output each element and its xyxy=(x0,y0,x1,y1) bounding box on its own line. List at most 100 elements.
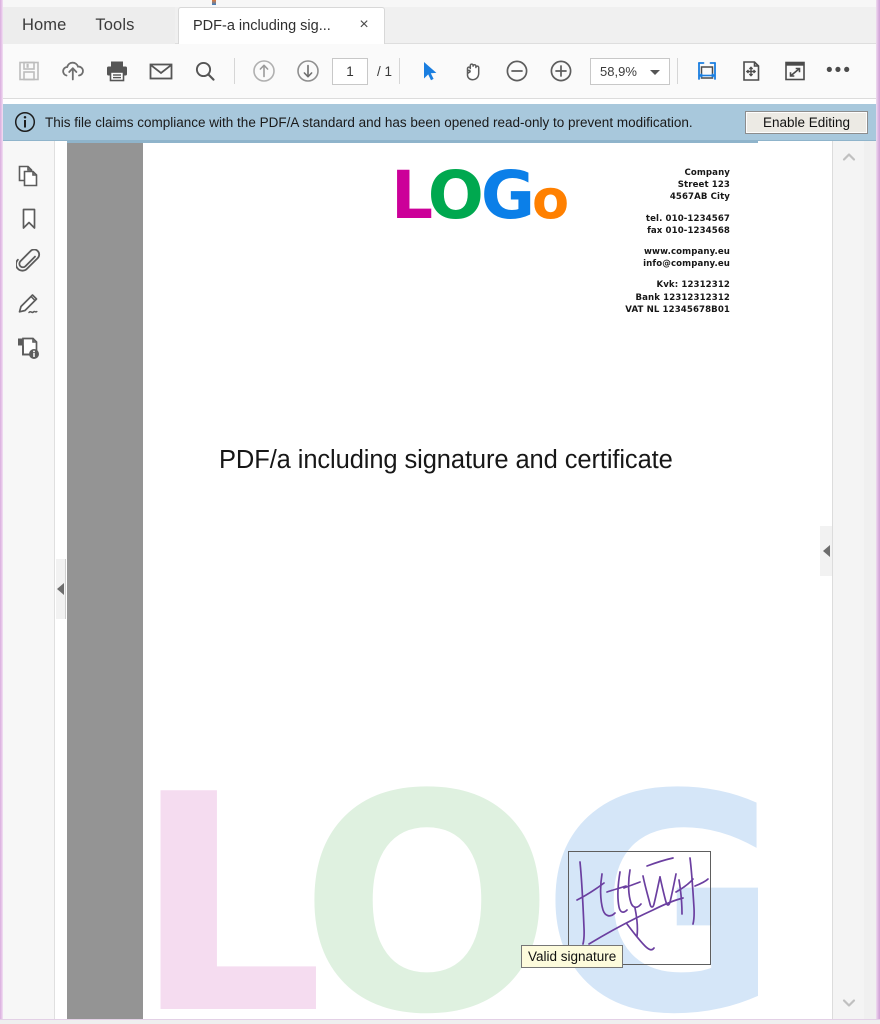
info-icon xyxy=(14,111,36,133)
zoom-in-button[interactable] xyxy=(539,49,583,93)
main-toolbar: 1 / 1 58,9% ••• xyxy=(3,44,876,99)
toolbar-divider-3 xyxy=(677,58,679,84)
printer-icon xyxy=(107,61,127,82)
email-button[interactable] xyxy=(139,49,183,93)
pdf-page: LOGo LOGo Company Street 123 4567AB City… xyxy=(143,143,758,1019)
fit-width-button[interactable] xyxy=(685,49,729,93)
window-bottom-border xyxy=(0,1019,880,1024)
collapse-left-pane-handle[interactable] xyxy=(56,559,66,619)
vertical-scrollbar[interactable] xyxy=(832,141,865,1019)
viewer-right-gap xyxy=(758,141,832,1019)
full-screen-button[interactable] xyxy=(773,49,817,93)
more-tools-button[interactable]: ••• xyxy=(817,49,861,93)
scroll-down-button[interactable] xyxy=(833,987,865,1019)
next-page-button[interactable] xyxy=(286,49,330,93)
address-company: Company xyxy=(684,168,730,178)
address-email: info@company.eu xyxy=(643,259,730,270)
logo-letter-l: L xyxy=(391,157,431,234)
page-number-input[interactable]: 1 xyxy=(332,57,368,85)
window-right-border xyxy=(876,0,880,1024)
chevron-down-icon xyxy=(842,999,856,1007)
select-tool-button[interactable] xyxy=(407,49,451,93)
hand-tool-button[interactable] xyxy=(451,49,495,93)
save-icon xyxy=(19,61,39,81)
address-bank: Bank 12312312312 xyxy=(635,292,730,303)
menu-tools[interactable]: Tools xyxy=(95,7,134,44)
collapse-right-pane-handle[interactable] xyxy=(820,526,832,576)
address-group-web: www.company.eu info@company.eu xyxy=(625,246,730,270)
document-tab-label: PDF-a including sig... xyxy=(193,18,331,34)
chevron-up-icon xyxy=(842,153,856,161)
zoom-out-button[interactable] xyxy=(495,49,539,93)
menu-home[interactable]: Home xyxy=(22,7,66,44)
arrow-up-circle-icon xyxy=(253,60,275,82)
company-address-block: Company Street 123 4567AB City tel. 010-… xyxy=(625,167,730,316)
watermark-letter-l: L xyxy=(143,731,314,1020)
fit-width-icon xyxy=(698,62,716,80)
full-screen-icon xyxy=(785,61,805,81)
address-website: www.company.eu xyxy=(644,247,730,258)
logo-letter-g: G xyxy=(480,157,535,234)
pdfa-notification-bar: This file claims compliance with the PDF… xyxy=(3,104,876,141)
sidebar-item-signatures[interactable] xyxy=(3,283,55,326)
save-button[interactable] xyxy=(7,49,51,93)
search-button[interactable] xyxy=(183,49,227,93)
hand-icon xyxy=(466,63,480,81)
bookmark-icon xyxy=(22,208,36,229)
cursor-arrow-icon xyxy=(424,62,437,81)
window-top-strip xyxy=(0,0,880,7)
pdf-reader-window: Home Tools PDF-a including sig... × 1 / … xyxy=(0,0,880,1024)
tab-bar: Home Tools PDF-a including sig... × xyxy=(3,7,876,44)
document-info-icon xyxy=(18,337,39,359)
scrollbar-outer-strip xyxy=(864,141,876,1019)
envelope-icon xyxy=(149,63,173,80)
address-tel: tel. 010-1234567 xyxy=(645,213,730,224)
page-total-label: / 1 xyxy=(377,63,393,79)
scrollbar-track[interactable] xyxy=(833,173,865,987)
sidebar-item-document-properties[interactable] xyxy=(3,326,55,369)
search-icon xyxy=(195,61,215,81)
signature-tooltip: Valid signature xyxy=(521,945,624,968)
toolbar-divider-2 xyxy=(399,58,401,84)
watermark-letter-o: O xyxy=(299,731,554,1020)
arrow-down-circle-icon xyxy=(297,60,319,82)
logo-letter-o: O xyxy=(427,157,484,234)
chevron-down-icon[interactable] xyxy=(650,69,661,75)
enable-editing-button[interactable]: Enable Editing xyxy=(745,110,868,134)
address-group-phone: tel. 010-1234567 fax 010-1234568 xyxy=(625,213,730,237)
paperclip-icon xyxy=(16,248,41,272)
cloud-upload-icon xyxy=(62,61,84,81)
upload-button[interactable] xyxy=(51,49,95,93)
address-kvk: Kvk: 12312312 xyxy=(656,280,730,291)
more-tools-label: ••• xyxy=(826,60,852,81)
address-street: Street 123 xyxy=(677,180,730,191)
address-fax: fax 010-1234568 xyxy=(647,225,730,236)
fit-page-button[interactable] xyxy=(729,49,773,93)
pages-icon xyxy=(18,165,38,186)
address-group-name: Company Street 123 4567AB City xyxy=(625,167,730,204)
sidebar-item-attachments[interactable] xyxy=(3,240,55,283)
signature-pen-icon xyxy=(18,293,38,313)
fit-page-icon xyxy=(743,61,760,81)
scroll-up-button[interactable] xyxy=(833,141,865,173)
company-logo: LOGo xyxy=(391,163,569,233)
triangle-left-icon xyxy=(57,583,64,595)
sidebar-item-bookmarks[interactable] xyxy=(3,197,55,240)
document-title-text: PDF/a including signature and certificat… xyxy=(219,446,673,474)
address-group-registration: Kvk: 12312312 Bank 12312312312 VAT NL 12… xyxy=(625,279,730,316)
print-button[interactable] xyxy=(95,49,139,93)
sidebar-item-page-thumbnails[interactable] xyxy=(3,154,55,197)
previous-page-button[interactable] xyxy=(242,49,286,93)
logo-letter-o2: o xyxy=(532,168,569,231)
address-city: 4567AB City xyxy=(669,192,730,203)
toolbar-divider-1 xyxy=(234,58,235,84)
triangle-left-icon xyxy=(822,545,830,557)
menu-zone: Home Tools xyxy=(3,7,175,44)
document-viewer[interactable]: LOGo LOGo Company Street 123 4567AB City… xyxy=(56,141,832,1019)
close-icon[interactable]: × xyxy=(356,17,372,33)
page-number-value: 1 xyxy=(346,63,354,79)
plus-circle-icon xyxy=(550,60,572,82)
zoom-level-select[interactable]: 58,9% xyxy=(590,57,671,85)
document-tab[interactable]: PDF-a including sig... × xyxy=(178,7,385,44)
minus-circle-icon xyxy=(506,60,528,82)
